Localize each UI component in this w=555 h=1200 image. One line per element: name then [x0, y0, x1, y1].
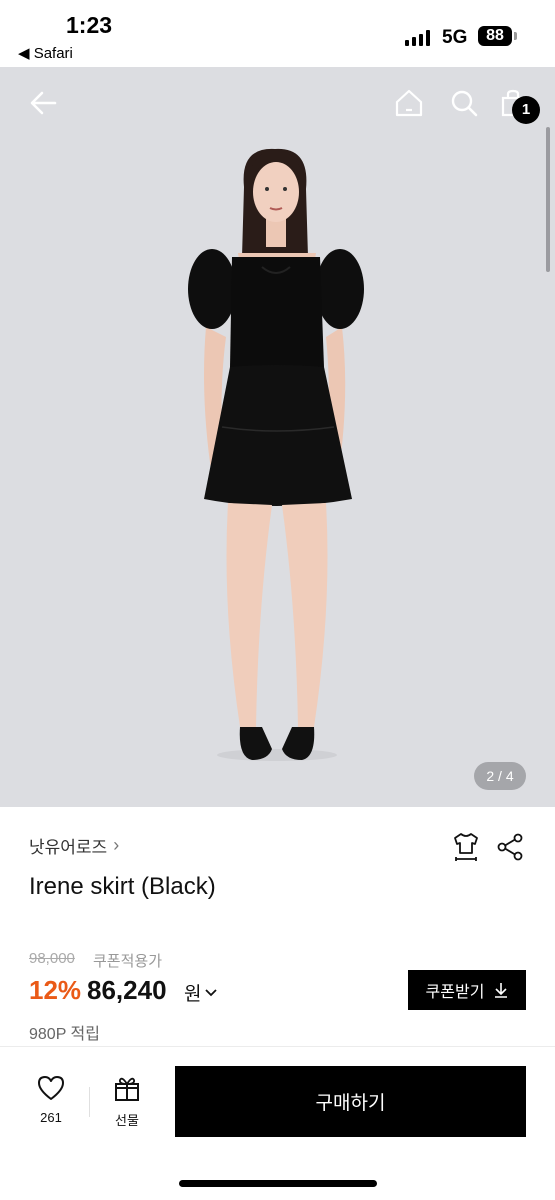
- get-coupon-button[interactable]: 쿠폰받기: [408, 970, 526, 1010]
- brand-link[interactable]: 낫유어로즈 ›: [29, 833, 119, 858]
- product-title: Irene skirt (Black): [29, 873, 216, 900]
- gift-icon: [115, 1077, 139, 1101]
- battery-tip: [514, 32, 517, 40]
- share-icon[interactable]: [494, 830, 526, 864]
- download-icon: [495, 983, 508, 998]
- signal-icon: [405, 28, 430, 46]
- discount-rate: 12%: [29, 975, 82, 1005]
- price-detail-toggle[interactable]: 원: [184, 979, 218, 1006]
- divider: [0, 1046, 555, 1047]
- chevron-down-icon: [205, 988, 218, 996]
- home-icon[interactable]: [391, 85, 427, 121]
- back-arrow-icon[interactable]: [25, 85, 61, 121]
- network-type: 5G: [442, 27, 468, 48]
- like-count: 261: [40, 1110, 62, 1125]
- gift-label: 선물: [115, 1113, 139, 1128]
- get-coupon-label: 쿠폰받기: [425, 984, 485, 1001]
- original-price: 98,000: [29, 950, 75, 967]
- sale-price: 86,240: [87, 975, 167, 1005]
- cart-count-badge: 1: [512, 96, 540, 124]
- chevron-right-icon: ›: [113, 835, 120, 855]
- coupon-applied-label: 쿠폰적용가: [93, 953, 163, 970]
- reward-points: 980P 적립: [29, 1026, 100, 1043]
- gift-button[interactable]: 선물: [104, 1075, 150, 1129]
- back-to-safari-link[interactable]: ◀ Safari: [18, 44, 73, 62]
- size-guide-icon[interactable]: [450, 830, 482, 864]
- brand-name: 낫유어로즈: [29, 838, 108, 857]
- like-button[interactable]: 261: [28, 1075, 74, 1125]
- heart-icon: [38, 1076, 64, 1100]
- gallery-page-indicator: 2 / 4: [474, 762, 526, 790]
- home-indicator[interactable]: [179, 1180, 377, 1187]
- currency-label: 원: [184, 984, 202, 1005]
- product-image-gallery[interactable]: 1 2 / 4: [0, 67, 555, 807]
- buy-button[interactable]: 구매하기: [175, 1066, 526, 1137]
- separator: [89, 1087, 90, 1117]
- search-icon[interactable]: [446, 85, 482, 121]
- status-bar: 1:23 ◀ Safari 5G 88: [0, 0, 555, 67]
- battery-icon: 88: [478, 26, 512, 46]
- product-photo: [0, 67, 555, 807]
- status-time: 1:23: [66, 12, 113, 38]
- scrollbar[interactable]: [546, 127, 550, 272]
